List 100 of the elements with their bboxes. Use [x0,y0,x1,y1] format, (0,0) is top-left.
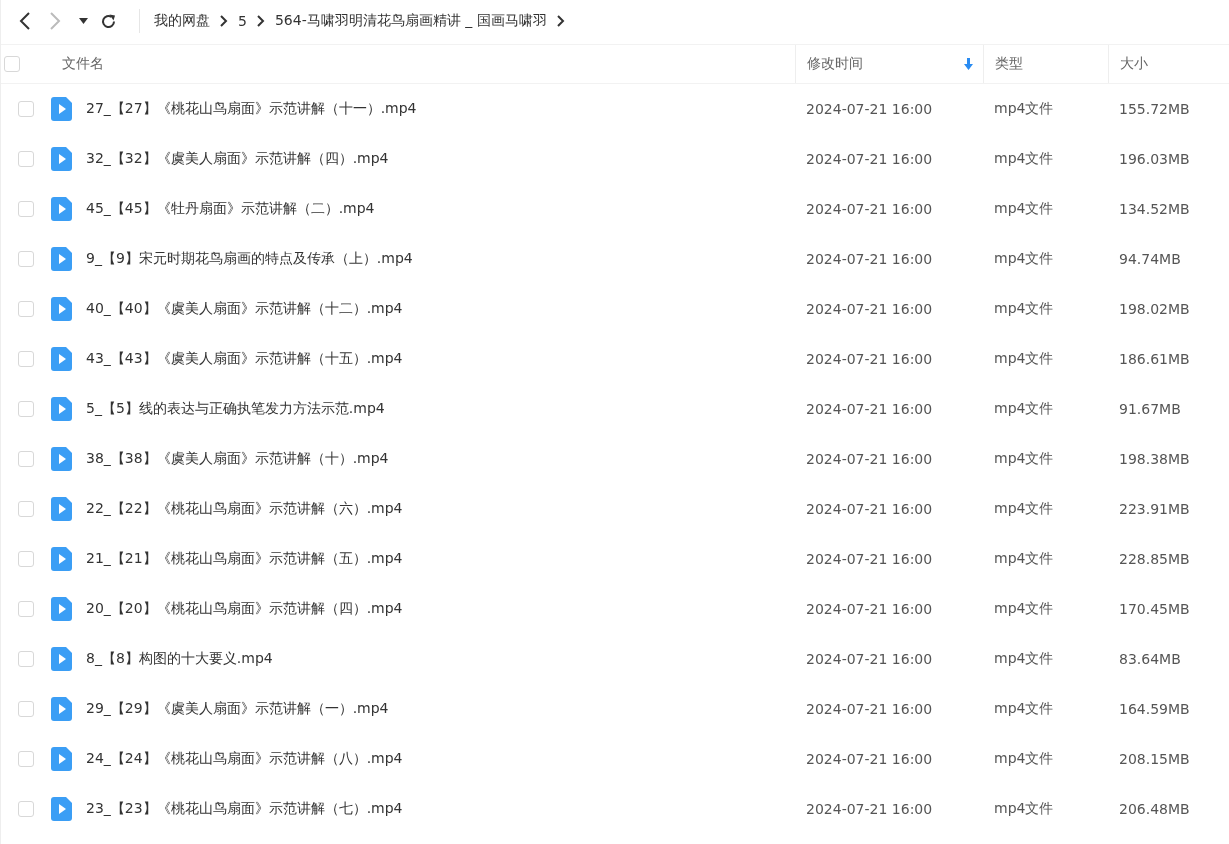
file-name[interactable]: 40_【40】《虞美人扇面》示范讲解（十二）.mp4 [86,300,403,318]
row-checkbox[interactable] [18,451,34,467]
file-name[interactable]: 43_【43】《虞美人扇面》示范讲解（十五）.mp4 [86,350,403,368]
row-checkbox[interactable] [18,101,34,117]
file-name[interactable]: 22_【22】《桃花山鸟扇面》示范讲解（六）.mp4 [86,500,403,518]
modified-time: 2024-07-21 16:00 [805,101,934,117]
row-checkbox[interactable] [18,201,34,217]
file-size: 164.59MB [1118,701,1191,717]
file-size: 223.91MB [1118,501,1191,517]
file-type: mp4文件 [993,600,1055,618]
file-type: mp4文件 [993,800,1055,818]
row-checkbox[interactable] [18,801,34,817]
file-type: mp4文件 [993,100,1055,118]
file-type: mp4文件 [993,550,1055,568]
file-size: 83.64MB [1118,651,1182,667]
file-size: 91.67MB [1118,401,1182,417]
modified-time: 2024-07-21 16:00 [805,351,934,367]
file-name[interactable]: 38_【38】《虞美人扇面》示范讲解（十）.mp4 [86,450,389,468]
row-checkbox[interactable] [18,251,34,267]
modified-time: 2024-07-21 16:00 [805,151,934,167]
modified-time: 2024-07-21 16:00 [805,301,934,317]
file-name[interactable]: 9_【9】宋元时期花鸟扇画的特点及传承（上）.mp4 [86,250,413,268]
file-type: mp4文件 [993,150,1055,168]
file-type: mp4文件 [993,500,1055,518]
row-checkbox[interactable] [18,151,34,167]
file-size: 94.74MB [1118,251,1182,267]
modified-time: 2024-07-21 16:00 [805,751,934,767]
modified-time: 2024-07-21 16:00 [805,251,934,267]
breadcrumb-link[interactable]: 564-马啸羽明清花鸟扇画精讲 _ 国画马啸羽 [274,12,547,30]
file-type: mp4文件 [993,300,1055,318]
row-checkbox[interactable] [18,401,34,417]
modified-time: 2024-07-21 16:00 [805,551,934,567]
modified-time: 2024-07-21 16:00 [805,701,934,717]
file-type: mp4文件 [993,450,1055,468]
history-dropdown-button[interactable] [79,18,88,24]
file-name[interactable]: 29_【29】《虞美人扇面》示范讲解（一）.mp4 [86,700,389,718]
column-header[interactable]: 修改时间 [795,45,983,83]
video-file-icon [51,647,72,671]
file-name[interactable]: 5_【5】线的表达与正确执笔发力方法示范.mp4 [86,400,385,418]
file-name[interactable]: 8_【8】构图的十大要义.mp4 [86,650,273,668]
file-name[interactable]: 45_【45】《牡丹扇面》示范讲解（二）.mp4 [86,200,375,218]
video-file-icon [51,697,72,721]
forward-button[interactable] [49,12,61,30]
file-type: mp4文件 [993,650,1055,668]
row-checkbox[interactable] [18,701,34,717]
row-checkbox[interactable] [18,301,34,317]
column-header[interactable]: 文件名 [51,45,795,83]
file-name[interactable]: 21_【21】《桃花山鸟扇面》示范讲解（五）.mp4 [86,550,403,568]
file-type: mp4文件 [993,400,1055,418]
file-size: 198.02MB [1118,301,1191,317]
file-name[interactable]: 27_【27】《桃花山鸟扇面》示范讲解（十一）.mp4 [86,100,417,118]
modified-time: 2024-07-21 16:00 [805,501,934,517]
caret-down-icon [79,18,88,24]
video-file-icon [51,247,72,271]
chevron-right-icon [556,15,565,27]
file-size: 198.38MB [1118,451,1191,467]
file-type: mp4文件 [993,250,1055,268]
breadcrumb-link[interactable]: 我的网盘 [154,12,210,30]
refresh-icon [100,12,117,30]
select-all-checkbox[interactable] [4,56,20,72]
video-file-icon [51,347,72,371]
chevron-right-icon [256,15,265,27]
file-name[interactable]: 24_【24】《桃花山鸟扇面》示范讲解（八）.mp4 [86,750,403,768]
column-label: 修改时间 [807,55,863,73]
breadcrumb-link[interactable]: 5 [238,13,247,29]
chevron-right-icon [220,15,228,27]
file-name[interactable]: 20_【20】《桃花山鸟扇面》示范讲解（四）.mp4 [86,600,403,618]
modified-time: 2024-07-21 16:00 [805,401,934,417]
video-file-icon [51,747,72,771]
file-size: 134.52MB [1118,201,1191,217]
video-file-icon [51,397,72,421]
row-checkbox[interactable] [18,651,34,667]
row-checkbox[interactable] [18,551,34,567]
file-size: 186.61MB [1118,351,1191,367]
column-label: 类型 [995,55,1023,73]
file-name[interactable]: 32_【32】《虞美人扇面》示范讲解（四）.mp4 [86,150,389,168]
row-checkbox[interactable] [18,601,34,617]
column-label: 文件名 [62,55,104,73]
video-file-icon [51,197,72,221]
row-checkbox[interactable] [18,751,34,767]
file-type: mp4文件 [993,750,1055,768]
video-file-icon [51,597,72,621]
video-file-icon [51,97,72,121]
column-label: 大小 [1120,55,1148,73]
back-button[interactable] [19,12,31,30]
file-type: mp4文件 [993,350,1055,368]
modified-time: 2024-07-21 16:00 [805,451,934,467]
file-size: 206.48MB [1118,801,1191,817]
chevron-right-icon [49,12,61,30]
file-size: 155.72MB [1118,101,1191,117]
modified-time: 2024-07-21 16:00 [805,601,934,617]
column-header[interactable]: 类型 [983,45,1108,83]
file-size: 196.03MB [1118,151,1191,167]
column-header[interactable]: 大小 [1108,45,1221,83]
refresh-button[interactable] [100,12,117,30]
row-checkbox[interactable] [18,501,34,517]
file-name[interactable]: 23_【23】《桃花山鸟扇面》示范讲解（七）.mp4 [86,800,403,818]
video-file-icon [51,497,72,521]
row-checkbox[interactable] [18,351,34,367]
video-file-icon [51,797,72,821]
